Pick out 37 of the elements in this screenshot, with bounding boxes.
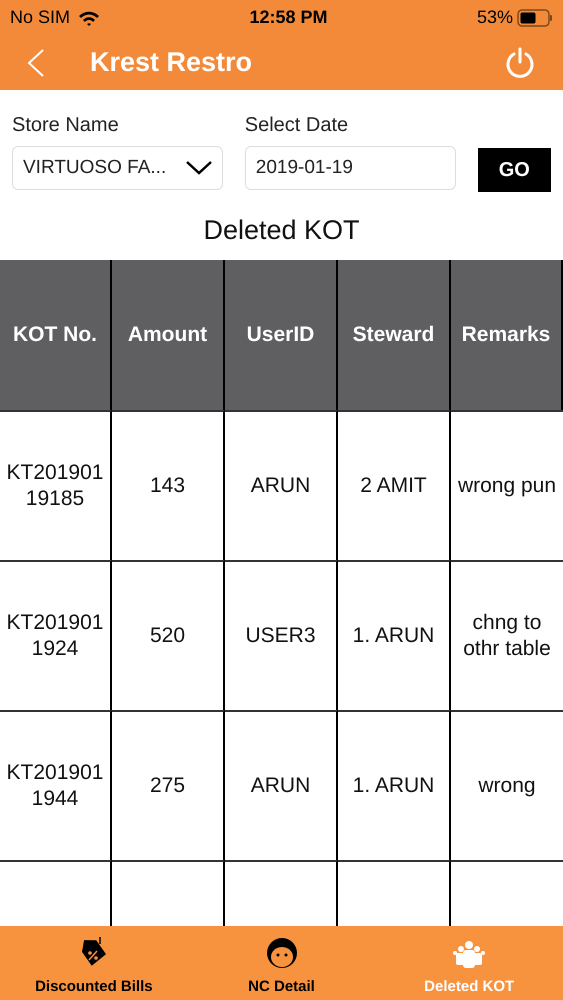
table-cell: USER3 [225,560,338,710]
app-title: Krest Restro [90,46,254,80]
tab-item[interactable]: NC Detail [188,926,376,1000]
clock-text: 12:58 PM [249,6,328,29]
table-cell: ARUN [225,410,338,560]
table-cell: wrong pun [451,410,563,560]
face-icon [264,936,298,970]
table-cell: KT201901 1944 [0,710,112,860]
table-cell: 143 [112,410,225,560]
table-cell: chng to othr table [451,560,563,710]
column-header: KOT No. [0,260,112,410]
table-cell: 1. ARUN [338,710,451,860]
column-header: Remarks [451,260,563,410]
table-cell: KT201901 19185 [0,410,112,560]
table-cell: 275 [112,710,225,860]
date-field[interactable]: 2019-01-19 [244,146,456,190]
chevron-down-icon [186,161,212,175]
column-header: Steward [338,260,451,410]
table-cell: wrong [451,710,563,860]
battery-icon [517,8,553,26]
table-cell: 2 AMIT [338,410,451,560]
table-cell: KT201901 1924 [0,560,112,710]
battery-text: 53% [476,6,513,29]
store-label: Store Name [12,113,120,138]
table-cell: 1. ARUN [338,560,451,710]
carrier-text: No SIM [10,6,70,29]
column-header: Amount [112,260,225,410]
tab-item[interactable]: Discounted Bills [0,926,188,1000]
date-label: Select Date [244,113,350,138]
table-cell: 520 [112,560,225,710]
wifi-icon [78,10,100,26]
section-title: Deleted KOT [202,214,361,247]
store-dropdown[interactable]: VIRTUOSO FA... [12,146,223,190]
go-button[interactable]: GO [478,148,552,192]
people-group-icon [452,940,486,970]
table-cell: ARUN [225,710,338,860]
column-header: UserID [225,260,338,410]
